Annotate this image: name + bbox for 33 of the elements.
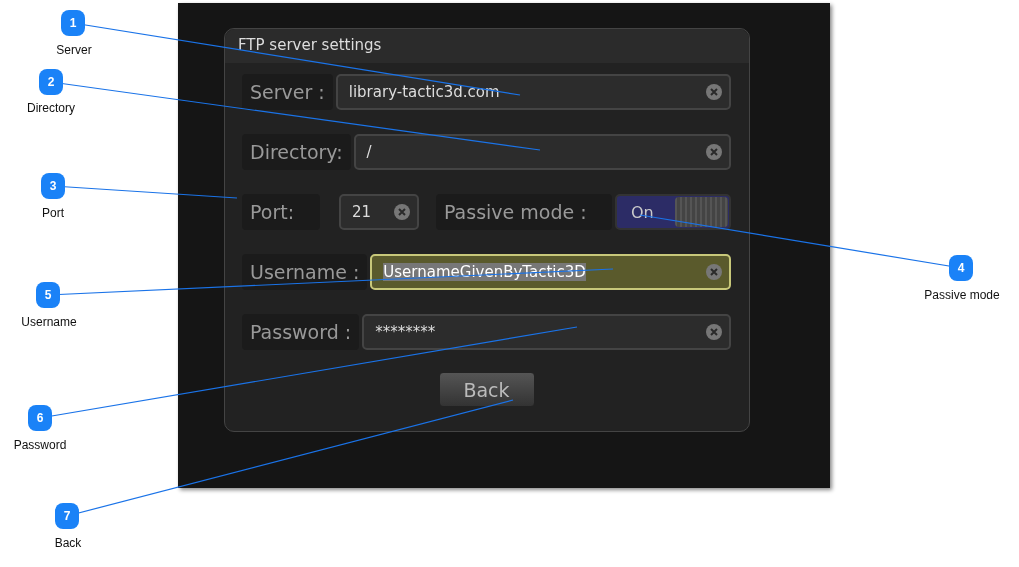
field-label: Port:: [242, 194, 320, 230]
text-field[interactable]: UsernameGivenByTactic3D: [370, 254, 731, 290]
callout-number: 3: [41, 173, 65, 199]
callout-number: 7: [55, 503, 79, 529]
clear-icon[interactable]: [394, 204, 410, 220]
clear-icon[interactable]: [706, 264, 722, 280]
field-label: Directory:: [242, 134, 351, 170]
text-field[interactable]: /: [353, 134, 731, 170]
callout-label: Directory: [27, 101, 75, 115]
text-field[interactable]: ********: [362, 314, 731, 350]
toggle-label: Passive mode :: [436, 194, 612, 230]
callout-label: Passive mode: [924, 288, 1000, 302]
toggle-switch[interactable]: On: [615, 194, 731, 230]
clear-icon[interactable]: [706, 84, 722, 100]
field-label: Username :: [242, 254, 368, 290]
clear-icon[interactable]: [706, 144, 722, 160]
callout-number: 2: [39, 69, 63, 95]
clear-icon[interactable]: [706, 324, 722, 340]
callout-label: Username: [21, 315, 77, 329]
callout-label: Back: [54, 536, 82, 550]
callout-number: 1: [61, 10, 85, 36]
dialog-title: FTP server settings: [225, 29, 749, 63]
back-button[interactable]: Back: [438, 372, 535, 407]
field-label: Server :: [242, 74, 333, 110]
callout-label: Port: [42, 206, 64, 220]
callout-label: Password: [13, 438, 67, 452]
callout-label: Server: [56, 43, 92, 57]
text-field[interactable]: library-tactic3d.com: [335, 74, 731, 110]
callout-number: 5: [36, 282, 60, 308]
port-field[interactable]: 21: [339, 194, 419, 230]
field-label: Password :: [242, 314, 360, 350]
callout-number: 4: [949, 255, 973, 281]
callout-number: 6: [28, 405, 52, 431]
